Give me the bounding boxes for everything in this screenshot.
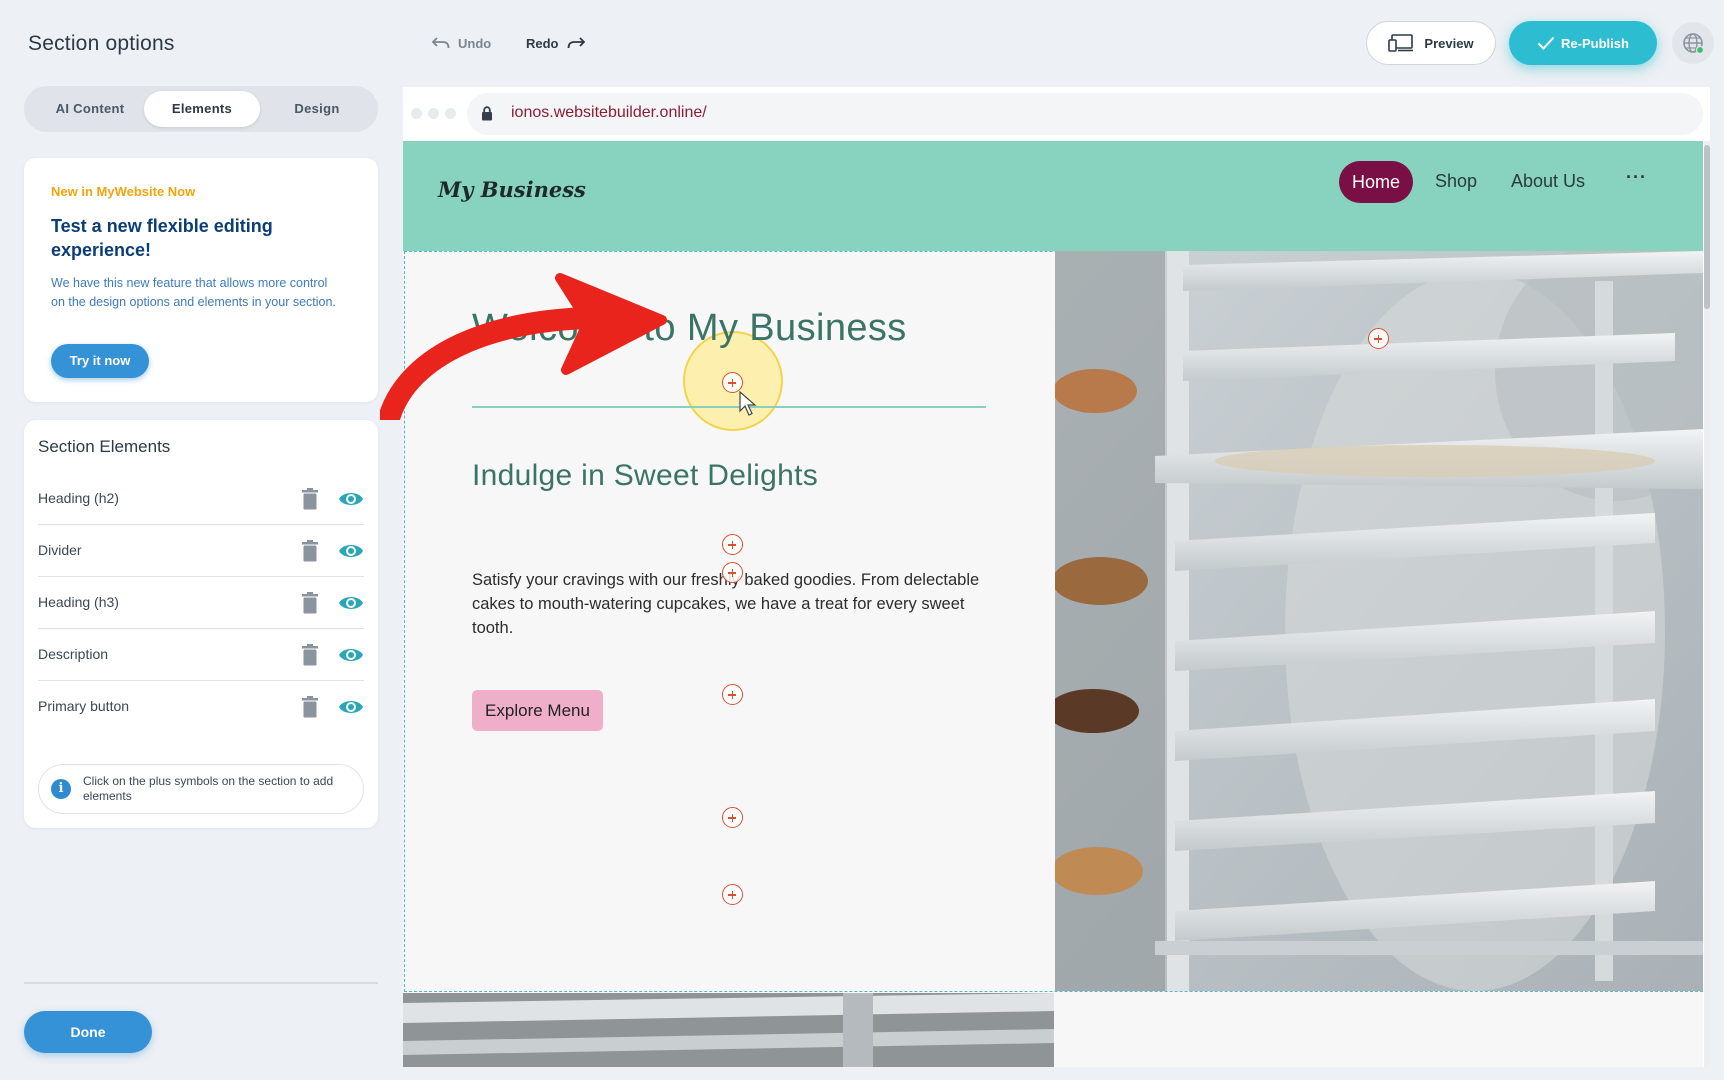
scrollbar-thumb[interactable] — [1704, 145, 1710, 309]
bakery-rack-photo — [1055, 251, 1703, 991]
element-label: Description — [38, 646, 109, 662]
nav-shop[interactable]: Shop — [1435, 171, 1477, 192]
tab-ai-content[interactable]: AI Content — [30, 91, 150, 127]
try-it-now-button[interactable]: Try it now — [51, 344, 149, 378]
mouse-cursor-icon — [739, 391, 757, 416]
eye-icon[interactable] — [338, 593, 364, 613]
url-text: ionos.websitebuilder.online/ — [511, 104, 707, 121]
preview-scrollbar[interactable] — [1704, 141, 1710, 1067]
devices-icon — [1388, 34, 1414, 52]
nav-more[interactable]: ··· — [1626, 167, 1647, 188]
element-label: Divider — [38, 542, 82, 558]
bakery-photo-lower-art — [403, 993, 1054, 1067]
undo-button[interactable]: Undo — [432, 32, 491, 54]
trash-icon[interactable] — [300, 592, 320, 614]
element-label: Heading (h3) — [38, 594, 119, 610]
trash-icon[interactable] — [300, 488, 320, 510]
hint-text: Click on the plus symbols on the section… — [83, 774, 334, 803]
preview-button[interactable]: Preview — [1366, 21, 1496, 65]
re-publish-button[interactable]: Re-Publish — [1509, 21, 1657, 65]
eye-icon[interactable] — [338, 697, 364, 717]
add-element-plus-icon[interactable] — [722, 372, 743, 393]
redo-label: Redo — [526, 35, 559, 51]
tab-design[interactable]: Design — [260, 91, 374, 127]
browser-preview: ionos.websitebuilder.online/ My Business… — [403, 87, 1710, 1067]
add-element-plus-icon[interactable] — [1368, 328, 1389, 349]
add-element-plus-icon[interactable] — [722, 562, 743, 583]
trash-icon[interactable] — [300, 644, 320, 666]
site-logo[interactable]: My Business — [438, 177, 586, 202]
panel-title: Section options — [28, 32, 175, 55]
element-row-heading-h3: Heading (h3) — [38, 577, 364, 629]
site-header: My Business Home Shop About Us ··· — [403, 141, 1703, 251]
url-field[interactable]: ionos.websitebuilder.online/ — [467, 93, 1703, 135]
bakery-photo-lower — [403, 993, 1054, 1067]
undo-label: Undo — [458, 35, 492, 51]
globe-icon — [1683, 33, 1705, 55]
panel-tabs: AI Content Elements Design — [24, 86, 378, 132]
browser-address-bar: ionos.websitebuilder.online/ — [403, 87, 1710, 141]
annotation-arrow-icon — [380, 273, 667, 420]
undo-icon — [432, 37, 450, 49]
add-elements-hint: i Click on the plus symbols on the secti… — [38, 764, 364, 814]
promo-kicker: New in MyWebsite Now — [51, 184, 196, 199]
add-element-plus-icon[interactable] — [722, 534, 743, 555]
section-elements-title: Section Elements — [38, 437, 171, 456]
redo-button[interactable]: Redo — [526, 32, 585, 54]
eye-icon[interactable] — [338, 489, 364, 509]
promo-title: Test a new flexible editing experience! — [51, 216, 273, 260]
tab-elements[interactable]: Elements — [144, 91, 260, 127]
preview-label: Preview — [1424, 35, 1474, 51]
add-element-plus-icon[interactable] — [722, 807, 743, 828]
eye-icon[interactable] — [338, 645, 364, 665]
section-elements-card: Section Elements Heading (h2) Divider He… — [24, 420, 378, 828]
bakery-photo-art — [1055, 251, 1703, 991]
done-button[interactable]: Done — [24, 1011, 152, 1053]
panel-divider — [24, 982, 378, 984]
redo-icon — [567, 37, 585, 49]
nav-about-us[interactable]: About Us — [1511, 171, 1585, 192]
trash-icon[interactable] — [300, 696, 320, 718]
eye-icon[interactable] — [338, 541, 364, 561]
add-element-plus-icon[interactable] — [722, 684, 743, 705]
publish-label: Re-Publish — [1561, 35, 1629, 51]
info-icon: i — [51, 779, 71, 799]
element-row-primary-button: Primary button — [38, 681, 364, 733]
element-row-heading-h2: Heading (h2) — [38, 473, 364, 525]
globe-button[interactable] — [1672, 22, 1714, 64]
element-label: Primary button — [38, 698, 130, 714]
window-dots — [411, 108, 456, 119]
element-row-divider: Divider — [38, 525, 364, 577]
lock-icon — [482, 106, 492, 121]
hero-subheading[interactable]: Indulge in Sweet Delights — [472, 459, 818, 493]
element-row-description: Description — [38, 629, 364, 681]
trash-icon[interactable] — [300, 540, 320, 562]
element-label: Heading (h2) — [38, 490, 119, 506]
add-element-plus-icon[interactable] — [722, 884, 743, 905]
section-options-panel: Section options AI Content Elements Desi… — [0, 0, 400, 1080]
check-icon — [1537, 36, 1555, 50]
explore-menu-button[interactable]: Explore Menu — [472, 690, 603, 731]
promo-text: We have this new feature that allows mor… — [51, 276, 336, 309]
nav-home[interactable]: Home — [1339, 161, 1413, 203]
promo-card: New in MyWebsite Now Test a new flexible… — [24, 158, 378, 402]
